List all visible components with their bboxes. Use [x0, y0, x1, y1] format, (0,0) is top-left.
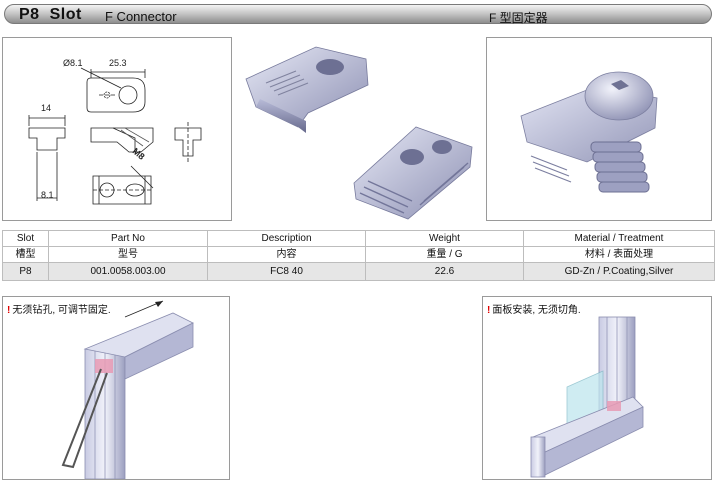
spec-table: Slot Part No Description Weight Material… [2, 230, 715, 281]
dim-width: 25.3 [109, 58, 127, 68]
header-description: Description [207, 230, 366, 247]
cell-weight: 22.6 [365, 262, 524, 281]
slot-title: P8 Slot [19, 6, 82, 24]
title-cn: F 型固定器 [489, 11, 548, 25]
warning-icon: ! [7, 305, 11, 316]
assembled-render [520, 71, 658, 193]
cell-part-no: 001.0058.003.00 [48, 262, 208, 281]
dim-height: 14 [41, 103, 52, 113]
header-part-no: Part No [48, 230, 208, 247]
product-render-panel [236, 37, 482, 221]
application-panel-left: ! 无须钻孔, 可调节固定. [2, 296, 230, 480]
header-bar: P8 Slot F Connector F 型固定器 [4, 4, 712, 25]
application-render-left [61, 300, 194, 480]
header-weight-cn: 重量 / G [365, 246, 524, 263]
header-part-no-cn: 型号 [48, 246, 208, 263]
cell-material: GD-Zn / P.Coating,Silver [523, 262, 715, 281]
table-header-cn: 槽型 型号 内容 重量 / G 材料 / 表面处理 [2, 246, 715, 263]
application-panel-right: ! 面板安装, 无须切角. [482, 296, 712, 480]
cell-description: FC8 40 [207, 262, 366, 281]
slot-word: Slot [49, 6, 82, 23]
cell-slot: P8 [2, 262, 49, 281]
product-render [245, 46, 473, 220]
note-left-text: 无须钻孔, 可调节固定. [12, 305, 111, 316]
header-slot: Slot [2, 230, 49, 247]
warning-icon: ! [487, 305, 491, 316]
dim-diameter: Ø8.1 [63, 58, 83, 68]
note-left: ! 无须钻孔, 可调节固定. [7, 301, 111, 316]
header-material: Material / Treatment [523, 230, 715, 247]
table-header-en: Slot Part No Description Weight Material… [2, 230, 715, 247]
note-right-text: 面板安装, 无须切角. [492, 305, 581, 316]
note-right: ! 面板安装, 无须切角. [487, 301, 581, 316]
application-render-right [530, 316, 644, 478]
table-row: P8 001.0058.003.00 FC8 40 22.6 GD-Zn / P… [2, 262, 715, 281]
assembled-render-panel [486, 37, 712, 221]
title-en: F Connector [105, 9, 177, 24]
header-material-cn: 材料 / 表面处理 [523, 246, 715, 263]
header-description-cn: 内容 [207, 246, 366, 263]
slot-label: P8 [19, 6, 40, 23]
header-slot-cn: 槽型 [2, 246, 49, 263]
header-weight: Weight [365, 230, 524, 247]
dim-slot-width: 8.1 [41, 190, 54, 200]
technical-drawing-panel: Ø8.1 25.3 14 8.1 M8 [2, 37, 232, 221]
